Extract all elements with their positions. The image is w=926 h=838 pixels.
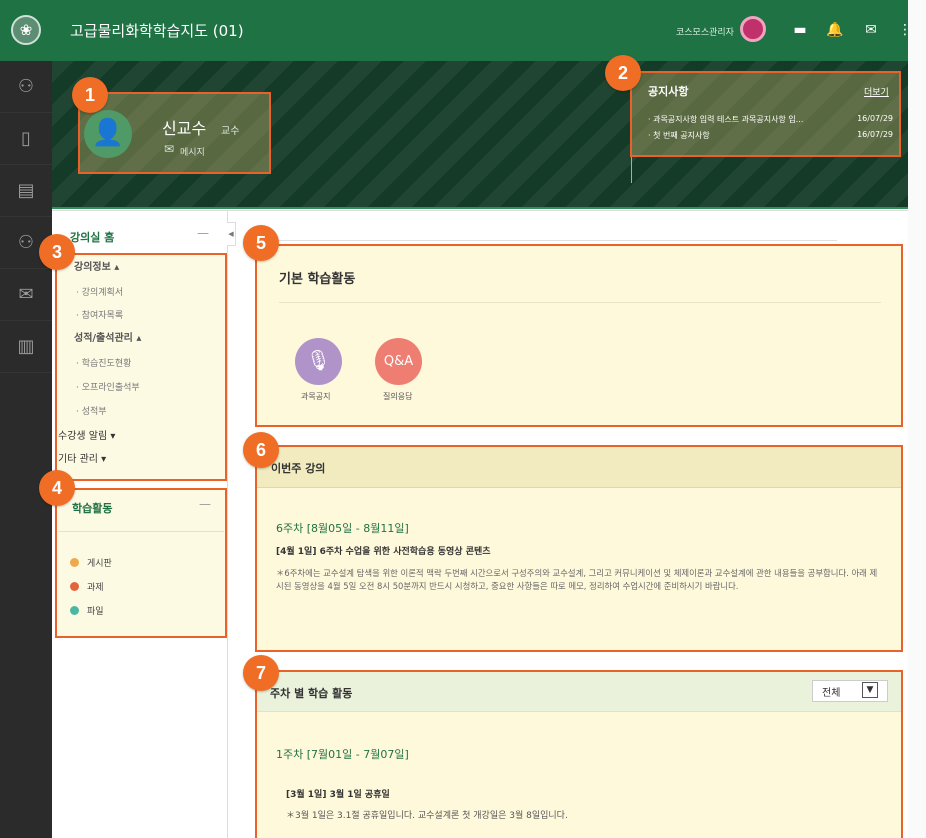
sidebar-item-offline-attendance[interactable]: · 오프라인출석부 (76, 378, 226, 398)
qna-label[interactable]: 질의응답 (383, 391, 412, 402)
sidebar-item-course-info[interactable]: 강의정보 ▴ (74, 258, 224, 278)
notice-item-text: · 첫 번째 공지사항 (648, 131, 710, 140)
activity-item-description: ＊3월 1일은 3.1절 공휴일입니다. 교수설계론 첫 개강일은 3월 8일입… (286, 811, 568, 821)
professor-role: 교수 (221, 126, 240, 137)
activity-assignment[interactable]: 과제 (70, 579, 220, 597)
envelope-icon[interactable]: ✉ (164, 142, 174, 156)
divider (245, 240, 837, 241)
lecture-title[interactable]: [4월 1일] 6주차 수업을 위한 사전학습용 동영상 콘텐츠 (276, 544, 491, 557)
professor-name: 신교수 (162, 119, 207, 138)
activity-label: 파일 (87, 607, 104, 617)
course-notice-label[interactable]: 과목공지 (301, 391, 330, 402)
notebook-icon[interactable]: ▯ (0, 113, 52, 165)
weekly-activities-title: 주차 별 학습 활동 (270, 687, 353, 700)
sidebar-item-progress[interactable]: · 학습진도현황 (76, 354, 226, 374)
file-dot-icon (70, 606, 79, 615)
week-range[interactable]: 1주차 [7월01일 - 7월07일] (276, 746, 409, 762)
page-right-edge (908, 0, 926, 838)
collapse-icon[interactable]: — (199, 497, 211, 511)
callout-badge: 6 (243, 432, 279, 468)
callout-badge: 7 (243, 655, 279, 691)
callout-badge: 5 (243, 225, 279, 261)
notice-item-date: 16/07/29 (857, 114, 893, 123)
user-avatar[interactable] (740, 16, 766, 42)
professor-avatar-icon: 👤 (84, 110, 132, 158)
sidebar-item-student-alerts[interactable]: 수강생 알림 ▾ (58, 427, 208, 447)
mail-icon[interactable]: ✉ (860, 20, 882, 40)
rail-mail-icon[interactable]: ✉ (0, 269, 52, 321)
board-dot-icon (70, 558, 79, 567)
people-icon[interactable]: ⚇ (0, 61, 52, 113)
activity-label: 게시판 (87, 559, 112, 569)
weekly-activities-header (257, 672, 901, 712)
user-name[interactable]: 코스모스관리자 (676, 25, 734, 38)
sidebar-item-misc[interactable]: 기타 관리 ▾ (58, 450, 208, 470)
map-icon[interactable]: ▥ (0, 321, 52, 373)
notice-item[interactable]: · 첫 번째 공지사항 16/07/29 (648, 130, 893, 144)
callout-badge: 4 (39, 470, 75, 506)
lecture-description: ＊6주차에는 교수설계 탐색을 위한 이론적 맥락 두번째 시간으로서 구성주의… (276, 568, 878, 591)
bell-icon[interactable]: 🔔 (824, 20, 846, 40)
activity-board[interactable]: 게시판 (70, 555, 220, 573)
sidebar-item-grades-attendance[interactable]: 성적/출석관리 ▴ (74, 329, 224, 349)
divider (631, 157, 632, 183)
callout-badge: 2 (605, 55, 641, 91)
microphone-icon[interactable]: 🎙 (295, 338, 342, 385)
week-range[interactable]: 6주차 [8월05일 - 8월11일] (276, 520, 409, 536)
callout-badge: 3 (39, 234, 75, 270)
university-logo-icon[interactable]: ❀ (11, 15, 41, 45)
sidebar-item-gradebook[interactable]: · 성적부 (76, 402, 226, 422)
activity-item-title[interactable]: [3월 1일] 3월 1일 공휴일 (286, 787, 390, 800)
activity-label: 과제 (87, 583, 104, 593)
assignment-dot-icon (70, 582, 79, 591)
notice-more-link[interactable]: 더보기 (864, 85, 889, 98)
collapse-icon[interactable]: — (197, 226, 209, 240)
notice-title: 공지사항 (648, 85, 689, 98)
this-week-title: 이번주 강의 (271, 462, 326, 475)
basic-activities-title: 기본 학습활동 (279, 272, 356, 287)
window-icon[interactable]: ▬ (789, 20, 811, 40)
activity-title[interactable]: 학습활동 (72, 500, 112, 516)
app-frame: ❀ 고급물리화학학습지도 (01) 코스모스관리자 ▬ 🔔 ✉ ⋮⋮ ⚇ ▯ ▤… (0, 0, 926, 838)
callout-badge: 1 (72, 77, 108, 113)
qna-icon[interactable]: Q&A (375, 338, 422, 385)
sidebar-home-title[interactable]: 강의실 홈 (70, 229, 114, 245)
divider (58, 531, 224, 532)
sidebar-item-participants[interactable]: · 참여자목록 (76, 306, 226, 326)
divider (279, 302, 881, 303)
board-icon[interactable]: ▤ (0, 165, 52, 217)
activity-file[interactable]: 파일 (70, 603, 220, 621)
week-filter-value[interactable]: 전체 (822, 684, 840, 699)
sidebar-item-syllabus[interactable]: · 강의계획서 (76, 283, 226, 303)
this-week-header (257, 447, 901, 488)
chevron-down-icon[interactable]: ▼ (862, 682, 878, 698)
sidebar-toggle-icon[interactable]: ◀ (227, 222, 236, 246)
notice-item-text: · 과목공지사항 입력 테스트 과목공지사항 입... (648, 115, 804, 124)
message-link[interactable]: 메시지 (180, 145, 205, 158)
notice-item[interactable]: · 과목공지사항 입력 테스트 과목공지사항 입... 16/07/29 (648, 114, 893, 128)
course-title: 고급물리화학학습지도 (01) (70, 22, 244, 40)
notice-item-date: 16/07/29 (857, 130, 893, 139)
